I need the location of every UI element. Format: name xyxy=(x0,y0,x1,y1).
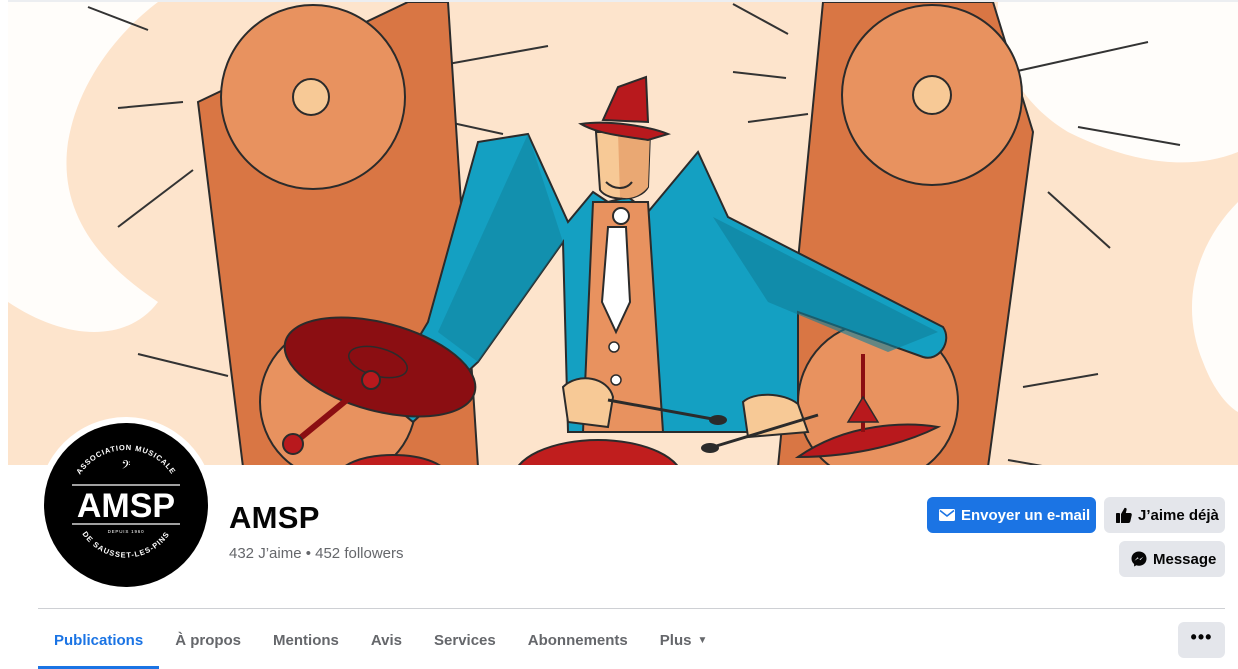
page-title: AMSP xyxy=(229,500,320,535)
send-email-label: Envoyer un e-mail xyxy=(961,506,1091,524)
header-divider xyxy=(38,608,1225,609)
thumbs-up-icon xyxy=(1116,507,1132,523)
tab-mentions[interactable]: Mentions xyxy=(257,612,355,669)
profile-picture[interactable]: ASSOCIATION MUSICALE DE SAUSSET-LES-PINS… xyxy=(38,417,214,593)
tab-avis[interactable]: Avis xyxy=(355,612,418,669)
more-options-button[interactable]: ••• xyxy=(1178,622,1225,658)
logo-since: DEPUIS 1960 xyxy=(108,529,145,534)
messenger-icon xyxy=(1131,551,1147,567)
send-email-button[interactable]: Envoyer un e-mail xyxy=(927,497,1096,533)
tab-label: Plus xyxy=(659,632,692,649)
tab-label: Mentions xyxy=(273,632,339,649)
bass-clef-icon: 𝄢 xyxy=(121,459,130,475)
message-label: Message xyxy=(1153,550,1217,568)
tab-label: Services xyxy=(434,632,496,649)
drummer-illustration xyxy=(8,2,1238,465)
tab-services[interactable]: Services xyxy=(418,612,512,669)
tab-label: Abonnements xyxy=(527,632,628,649)
cover-photo[interactable] xyxy=(8,0,1238,465)
page-stats[interactable]: 432 J’aime • 452 followers xyxy=(229,545,404,562)
tab-label: À propos xyxy=(175,632,242,649)
tab-label: Publications xyxy=(54,632,144,649)
liked-label: J’aime déjà xyxy=(1138,506,1219,524)
logo-acronym: AMSP xyxy=(77,487,175,525)
facebook-page-header: ASSOCIATION MUSICALE DE SAUSSET-LES-PINS… xyxy=(0,0,1238,669)
tab-a-propos[interactable]: À propos xyxy=(159,612,257,669)
caret-down-icon: ▼ xyxy=(697,635,708,646)
liked-button[interactable]: J’aime déjà xyxy=(1104,497,1225,533)
tab-abonnements[interactable]: Abonnements xyxy=(512,612,644,669)
svg-text:DE SAUSSET-LES-PINS: DE SAUSSET-LES-PINS xyxy=(81,530,172,560)
tab-label: Avis xyxy=(370,632,403,649)
amsp-logo: ASSOCIATION MUSICALE DE SAUSSET-LES-PINS… xyxy=(44,423,208,587)
more-dots-icon: ••• xyxy=(1190,627,1213,647)
tab-publications[interactable]: Publications xyxy=(38,612,160,669)
page-tabs: Publications À propos Mentions Avis Serv… xyxy=(38,612,723,669)
message-button[interactable]: Message xyxy=(1119,541,1225,577)
tab-plus[interactable]: Plus ▼ xyxy=(644,612,724,669)
logo-arc-bottom: DE SAUSSET-LES-PINS xyxy=(81,530,171,560)
envelope-icon xyxy=(939,509,955,521)
